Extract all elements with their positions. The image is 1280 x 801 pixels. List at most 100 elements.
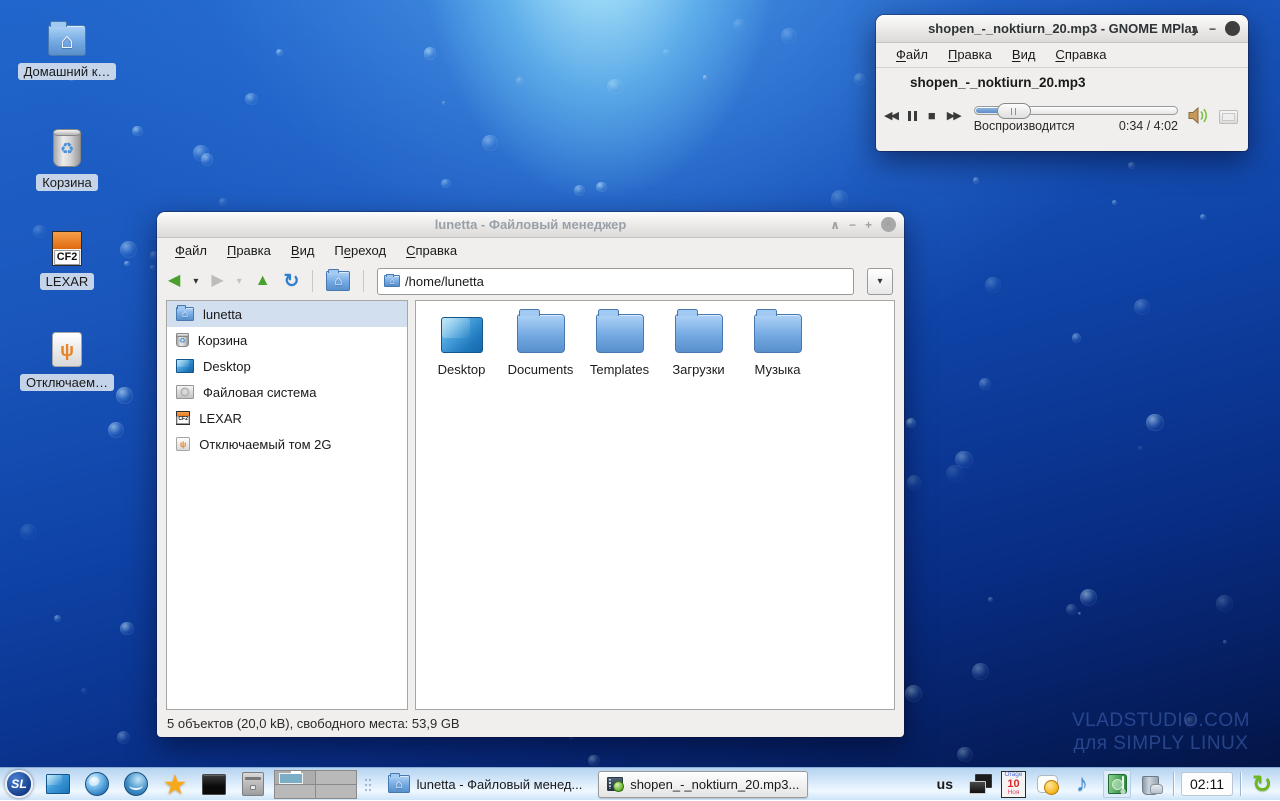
forward-history-caret[interactable]: ▾ [237, 276, 242, 287]
mplayer-menu-item[interactable]: Справка [1047, 45, 1114, 64]
keyboard-layout-indicator[interactable]: us [931, 776, 959, 792]
desktop-icon-glyph [52, 332, 82, 367]
launcher-button[interactable] [43, 770, 73, 798]
fm-close-button[interactable]: × [881, 217, 896, 232]
launcher-button[interactable] [238, 770, 268, 798]
logout-button[interactable] [1248, 770, 1276, 798]
desktop-icon-label: LEXAR [40, 273, 95, 290]
watermark-line2: для SIMPLY LINUX [1072, 732, 1250, 756]
sidebar-item[interactable]: Desktop [167, 353, 407, 379]
file-item[interactable]: Музыка [738, 314, 817, 377]
rewind-button[interactable]: ◀◀ [884, 109, 897, 122]
workspace-switcher [274, 770, 357, 799]
up-button[interactable]: ▲ [255, 273, 271, 289]
file-item-label: Музыка [755, 362, 801, 377]
sidebar-item-icon [176, 437, 190, 452]
pause-button[interactable] [908, 111, 917, 121]
workspace-cell[interactable] [316, 785, 356, 798]
mplayer-shade-button[interactable]: ∧ [1190, 23, 1200, 35]
fm-shade-button[interactable]: ∧ [830, 219, 840, 231]
file-item[interactable]: Desktop [422, 314, 501, 377]
launcher-button[interactable] [199, 770, 229, 798]
calendar-tray-button[interactable]: Orage 10 Ноя [1001, 771, 1026, 798]
mplayer-titlebar[interactable]: shopen_-_noktiurn_20.mp3 - GNOME MPlay ∧… [876, 15, 1248, 43]
seek-bar-handle[interactable] [997, 103, 1031, 119]
home-button[interactable] [326, 271, 350, 291]
desktop-icon-glyph [52, 231, 82, 266]
launcher-button[interactable] [121, 770, 151, 798]
address-input[interactable] [405, 274, 847, 289]
tray-icon-button[interactable] [1068, 770, 1096, 798]
clock[interactable]: 02:11 [1181, 772, 1233, 796]
sidebar-item[interactable]: Отключаемый том 2G [167, 431, 407, 457]
fast-forward-button[interactable]: ▶▶ [947, 109, 960, 122]
sidebar-item[interactable]: Файловая система [167, 379, 407, 405]
launcher-button[interactable] [82, 770, 112, 798]
file-item[interactable]: Templates [580, 314, 659, 377]
refresh-button[interactable]: ↻ [284, 272, 300, 291]
mplayer-menu-item[interactable]: Вид [1004, 45, 1044, 64]
address-dropdown-button[interactable]: ▾ [867, 268, 893, 295]
stop-button[interactable]: ■ [928, 108, 936, 123]
forward-button[interactable]: ▶ [211, 273, 223, 289]
launcher-button[interactable] [4, 770, 34, 798]
mplayer-window: shopen_-_noktiurn_20.mp3 - GNOME MPlay ∧… [876, 15, 1248, 151]
tray-separator [1240, 772, 1241, 796]
back-history-caret[interactable]: ▾ [193, 276, 198, 287]
taskbar-window-icon [388, 775, 410, 793]
desktop-icon[interactable]: LEXAR [12, 231, 122, 290]
file-item[interactable]: Documents [501, 314, 580, 377]
taskbar-window-button[interactable]: shopen_-_noktiurn_20.mp3... [598, 771, 808, 798]
fm-menu-item[interactable]: Вид [283, 240, 323, 261]
sidebar-item[interactable]: Корзина [167, 327, 407, 353]
fullscreen-button[interactable] [1219, 110, 1238, 124]
calendar-day: 10 [1007, 779, 1019, 790]
mplayer-controls: ◀◀ ■ ▶▶ Воспроизводится 0:34 / 4:02 [884, 101, 1238, 133]
seek-bar[interactable] [974, 106, 1178, 115]
mplayer-window-title: shopen_-_noktiurn_20.mp3 - GNOME MPlay [928, 21, 1196, 36]
sidebar-item[interactable]: lunetta [167, 301, 407, 327]
sidebar-item-icon [176, 333, 189, 348]
taskbar-window-button[interactable]: lunetta - Файловый менед... [379, 771, 591, 798]
mplayer-menu-item[interactable]: Файл [888, 45, 936, 64]
sidebar-item[interactable]: LEXAR [167, 405, 407, 431]
tray-icons [1033, 770, 1166, 798]
sidebar-item-label: Корзина [198, 333, 248, 348]
taskbar-launchers [4, 770, 268, 798]
panel-drag-handle[interactable] [363, 771, 373, 797]
fm-titlebar[interactable]: lunetta - Файловый менеджер ∧ − + × [157, 212, 904, 238]
tray-icon [1141, 774, 1163, 794]
toolbar-separator [363, 270, 364, 292]
back-button[interactable]: ◀ [168, 273, 180, 289]
desktop-icon[interactable]: Домашний к… [12, 25, 122, 80]
fm-menu-item[interactable]: Справка [398, 240, 465, 261]
mplayer-close-button[interactable]: × [1225, 21, 1240, 36]
tray-icon-button[interactable] [1103, 770, 1131, 798]
desktop-icon[interactable]: Корзина [12, 130, 122, 191]
sidebar-item-icon [176, 411, 190, 426]
workspace-cell[interactable] [316, 771, 356, 784]
sidebar-item-label: Отключаемый том 2G [199, 437, 331, 452]
tray-icon-button[interactable] [1033, 770, 1061, 798]
taskbar-window-label: lunetta - Файловый менед... [417, 777, 582, 792]
workspace-cell[interactable] [275, 785, 315, 798]
mplayer-minimize-button[interactable]: − [1209, 23, 1216, 35]
fm-menu-item[interactable]: Файл [167, 240, 215, 261]
mplayer-menubar: Файл Правка Вид Справка [878, 43, 1114, 66]
file-item-icon [675, 314, 723, 353]
fm-sidebar: lunetta Корзина Desktop Файловая [166, 300, 408, 710]
desktop-icon[interactable]: Отключаем… [12, 332, 122, 391]
fm-menu-item[interactable]: Правка [219, 240, 279, 261]
tray-icon-button[interactable] [1138, 770, 1166, 798]
file-item[interactable]: Загрузки [659, 314, 738, 377]
fm-maximize-button[interactable]: + [865, 219, 872, 231]
mplayer-menu-item[interactable]: Правка [940, 45, 1000, 64]
fm-menu-item[interactable]: Переход [326, 240, 394, 261]
desktop: VLADSTUDIO.COM для SIMPLY LINUX Домашний… [0, 0, 1280, 800]
launcher-button[interactable] [160, 770, 190, 798]
display-settings-tray-button[interactable] [966, 770, 994, 798]
workspace-cell[interactable] [275, 771, 315, 784]
address-bar [377, 268, 854, 295]
volume-icon[interactable] [1188, 107, 1209, 127]
fm-minimize-button[interactable]: − [849, 219, 856, 231]
